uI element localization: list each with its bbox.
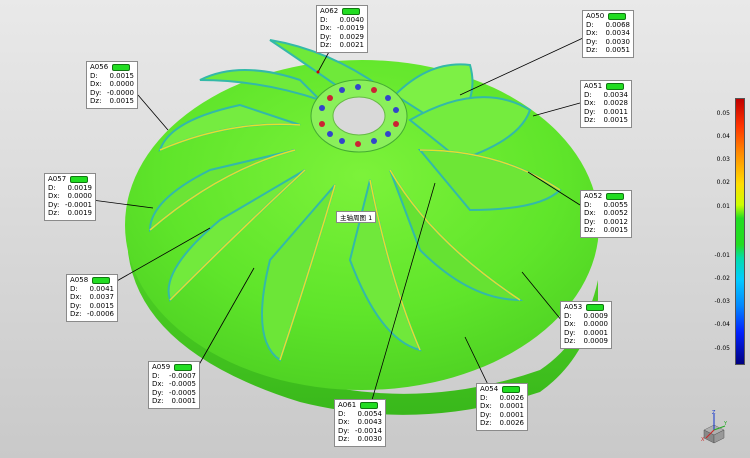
callout-id: A061	[338, 401, 357, 410]
callout-a057[interactable]: A057 D: 0.0019 Dx: 0.0000 Dy: -0.0001 Dz: 0.…	[44, 173, 96, 221]
callout-a056[interactable]: A056 D: 0.0015 Dx: 0.0000 Dy: -0.0000 Dz: 0.…	[86, 61, 138, 109]
status-swatch	[606, 83, 625, 90]
legend-tick: 0.05	[716, 110, 730, 117]
triad-x-label: X	[701, 437, 705, 443]
status-swatch	[608, 13, 627, 20]
hub-bore	[332, 96, 386, 136]
triad-y-label: Y	[723, 421, 728, 427]
deviation-color-legend	[735, 98, 745, 365]
callout-id: A050	[586, 12, 605, 21]
triad-z-label: Z	[712, 410, 716, 416]
legend-tick: 0.02	[716, 179, 730, 186]
3d-viewport[interactable]: 主轴周图 1 A062 D: 0.0040 Dx: -0.0019 Dy: 0.002…	[0, 0, 750, 458]
status-swatch	[360, 402, 379, 409]
callout-id: A059	[152, 363, 171, 372]
callout-a058[interactable]: A058 D: 0.0041 Dx: 0.0037 Dy: 0.0015 Dz: -0.…	[66, 274, 118, 322]
legend-tick: -0.05	[714, 345, 730, 352]
callout-id: A058	[70, 276, 89, 285]
callout-a052[interactable]: A052 D: 0.0055 Dx: 0.0052 Dy: 0.0012 Dz: 0.0…	[580, 190, 632, 238]
callout-id: A062	[320, 7, 339, 16]
legend-tick: 0.01	[716, 203, 730, 210]
legend-tick: -0.01	[714, 252, 730, 259]
status-swatch	[586, 304, 605, 311]
leader-anchor-dots	[316, 70, 320, 74]
callout-a059[interactable]: A059 D: -0.0007 Dx: -0.0005 Dy: -0.0005 Dz:…	[148, 361, 200, 409]
center-annotation-label[interactable]: 主轴周图 1	[336, 211, 377, 223]
legend-tick: 0.03	[716, 156, 730, 163]
legend-tick: -0.02	[714, 275, 730, 282]
legend-tick: 0.04	[716, 133, 730, 140]
callout-a061[interactable]: A061 D: 0.0054 Dx: 0.0043 Dy: -0.0014 Dz: 0.…	[334, 399, 386, 447]
callout-a062[interactable]: A062 D: 0.0040 Dx: -0.0019 Dy: 0.0029 Dz: 0.…	[316, 5, 368, 53]
callout-id: A051	[584, 82, 603, 91]
status-swatch	[70, 176, 89, 183]
status-swatch	[606, 193, 625, 200]
callout-a051[interactable]: A051 D: 0.0034 Dx: 0.0028 Dy: 0.0011 Dz: 0.0…	[580, 80, 632, 128]
legend-tick: -0.04	[714, 321, 730, 328]
callout-id: A052	[584, 192, 603, 201]
status-swatch	[112, 64, 131, 71]
status-swatch	[92, 277, 111, 284]
callout-id: A056	[90, 63, 109, 72]
status-swatch	[174, 364, 193, 371]
callout-a050[interactable]: A050 D: 0.0068 Dx: 0.0034 Dy: 0.0030 Dz: 0.0…	[582, 10, 634, 58]
callout-id: A057	[48, 175, 67, 184]
callout-id: A054	[480, 385, 499, 394]
callout-a054[interactable]: A054 D: 0.0026 Dx: 0.0001 Dy: 0.0001 Dz: 0.0…	[476, 383, 528, 431]
callout-a053[interactable]: A053 D: 0.0009 Dx: 0.0000 Dy: 0.0001 Dz: 0.0…	[560, 301, 612, 349]
legend-tick: -0.03	[714, 298, 730, 305]
status-swatch	[502, 386, 521, 393]
status-swatch	[342, 8, 361, 15]
callout-id: A053	[564, 303, 583, 312]
axis-triad-icon[interactable]: Z Y X	[698, 408, 728, 446]
